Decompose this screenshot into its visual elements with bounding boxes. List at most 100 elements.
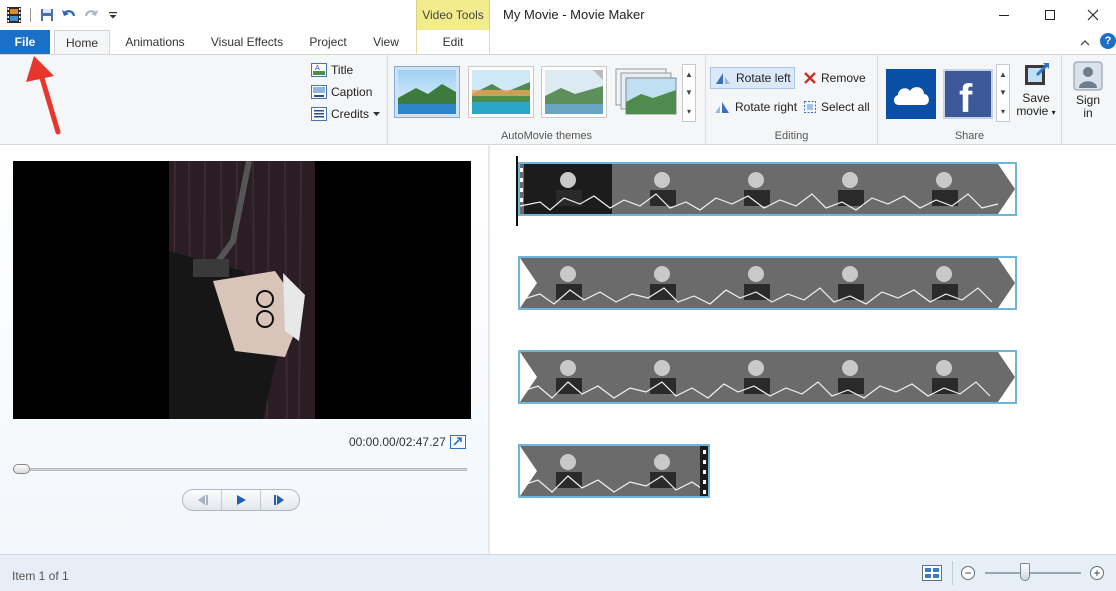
- select-all-button[interactable]: Select all: [803, 97, 870, 117]
- video-clip-1[interactable]: [518, 162, 1017, 216]
- theme-landscape-icon: [398, 70, 456, 114]
- rotate-left-label: Rotate left: [736, 71, 791, 85]
- rotate-right-icon: [715, 102, 729, 113]
- clip-filmstrip: [520, 352, 1015, 402]
- gallery-more-icon[interactable]: ▾: [1001, 107, 1005, 116]
- status-bar: Item 1 of 1 − +: [0, 554, 1116, 591]
- caption-icon: [311, 85, 327, 99]
- help-icon[interactable]: ?: [1100, 33, 1116, 49]
- minimize-button[interactable]: [981, 0, 1027, 30]
- svg-text:A: A: [315, 64, 320, 72]
- theme-landscape-icon: [472, 70, 530, 114]
- scroll-up-icon[interactable]: ▲: [999, 70, 1007, 79]
- timecode-readout: 00:00.00/02:47.27: [349, 435, 446, 449]
- sign-in-label-2: in: [1083, 106, 1093, 120]
- zoom-slider-thumb[interactable]: [1020, 563, 1030, 581]
- title-button[interactable]: A Title: [311, 60, 353, 80]
- status-item-count: Item 1 of 1: [12, 569, 69, 583]
- qat-separator: [30, 8, 31, 22]
- credits-icon: [311, 107, 327, 121]
- previous-frame-button[interactable]: [183, 490, 222, 510]
- select-all-icon: [804, 101, 816, 113]
- zoom-in-icon[interactable]: +: [1090, 566, 1104, 580]
- close-button[interactable]: [1070, 0, 1116, 30]
- thumbnail-size-icon[interactable]: [922, 565, 942, 584]
- collapse-ribbon-icon[interactable]: [1080, 36, 1090, 50]
- tab-animations[interactable]: Animations: [118, 30, 192, 54]
- remove-button[interactable]: Remove: [803, 68, 866, 88]
- previous-frame-icon: [198, 495, 208, 505]
- video-clip-3[interactable]: [518, 350, 1017, 404]
- share-gallery-scroll[interactable]: ▲ ▼ ▾: [996, 64, 1010, 122]
- tab-visual-effects[interactable]: Visual Effects: [204, 30, 290, 54]
- save-movie-label-2: movie ▾: [1016, 104, 1056, 118]
- facebook-share-button[interactable]: f: [943, 69, 993, 119]
- undo-icon[interactable]: [59, 5, 79, 25]
- tab-file[interactable]: File: [0, 30, 50, 54]
- scroll-up-icon[interactable]: ▲: [685, 70, 693, 79]
- svg-text:f: f: [959, 77, 973, 114]
- video-clip-4[interactable]: [518, 444, 710, 498]
- status-separator: [952, 561, 953, 585]
- zoom-slider-track[interactable]: [985, 572, 1081, 574]
- save-icon[interactable]: [37, 5, 57, 25]
- rotate-right-button[interactable]: Rotate right: [713, 97, 797, 117]
- seek-thumb[interactable]: [13, 464, 30, 474]
- credits-button[interactable]: Credits: [311, 104, 381, 124]
- group-label-editing: Editing: [774, 130, 809, 142]
- clip-filmstrip: [520, 164, 1015, 214]
- onedrive-share-button[interactable]: [886, 69, 936, 119]
- playback-controls: [182, 489, 300, 511]
- dropdown-arrow-icon: [373, 111, 381, 116]
- customize-qat-icon[interactable]: [103, 5, 123, 25]
- rotate-left-icon: [716, 73, 730, 84]
- ribbon-group-editing: Rotate left Rotate right Remove Select a…: [706, 55, 878, 145]
- tab-view[interactable]: View: [364, 30, 408, 54]
- scroll-down-icon[interactable]: ▼: [685, 88, 693, 97]
- next-frame-icon: [274, 495, 284, 505]
- facebook-icon: f: [959, 77, 973, 114]
- rotate-left-button[interactable]: Rotate left: [710, 67, 795, 89]
- preview-pane: 00:00.00/02:47.27: [0, 146, 488, 554]
- ribbon-group-text: A Title Caption Credits: [300, 55, 388, 145]
- theme-fade[interactable]: [613, 66, 679, 118]
- video-clip-2[interactable]: [518, 256, 1017, 310]
- gallery-more-icon[interactable]: ▾: [687, 107, 691, 116]
- tab-home[interactable]: Home: [54, 30, 110, 55]
- onedrive-cloud-icon: [893, 87, 929, 105]
- remove-label: Remove: [821, 71, 866, 85]
- video-frame-image: [13, 161, 471, 419]
- zoom-out-icon[interactable]: −: [961, 566, 975, 580]
- sign-in-button[interactable]: Sign in: [1070, 61, 1106, 120]
- user-avatar-icon: [1073, 61, 1103, 91]
- next-frame-button[interactable]: [261, 490, 299, 510]
- maximize-button[interactable]: [1027, 0, 1073, 30]
- theme-cinematic[interactable]: [541, 66, 607, 118]
- video-preview[interactable]: [13, 161, 471, 419]
- caption-label: Caption: [331, 85, 373, 99]
- group-label-themes: AutoMovie themes: [500, 130, 593, 142]
- caption-button[interactable]: Caption: [311, 82, 372, 102]
- app-film-icon[interactable]: [4, 5, 24, 25]
- title-label: Title: [331, 63, 354, 77]
- ribbon-tabs: File Home Animations Visual Effects Proj…: [0, 30, 1116, 55]
- theme-landscape-icon: [545, 70, 603, 114]
- seek-bar[interactable]: [13, 468, 467, 471]
- play-icon: [237, 495, 246, 505]
- tab-edit[interactable]: Edit: [416, 30, 490, 54]
- scroll-down-icon[interactable]: ▼: [999, 88, 1007, 97]
- theme-default[interactable]: [394, 66, 460, 118]
- credits-label: Credits: [331, 107, 370, 121]
- save-movie-button[interactable]: Save movie ▾: [1016, 61, 1056, 119]
- redo-icon[interactable]: [81, 5, 101, 25]
- play-button[interactable]: [222, 490, 261, 510]
- tab-project[interactable]: Project: [302, 30, 354, 54]
- clip-filmstrip: [520, 446, 708, 496]
- fullscreen-icon[interactable]: [450, 435, 466, 452]
- themes-gallery-scroll[interactable]: ▲ ▼ ▾: [682, 64, 696, 122]
- select-all-label: Select all: [821, 100, 870, 114]
- ribbon: A Title Caption Credits ▲ ▼ ▾ AutoMovie …: [0, 54, 1116, 145]
- remove-x-icon: [804, 72, 816, 84]
- theme-contemporary[interactable]: [468, 66, 534, 118]
- theme-stack-icon: [615, 68, 677, 115]
